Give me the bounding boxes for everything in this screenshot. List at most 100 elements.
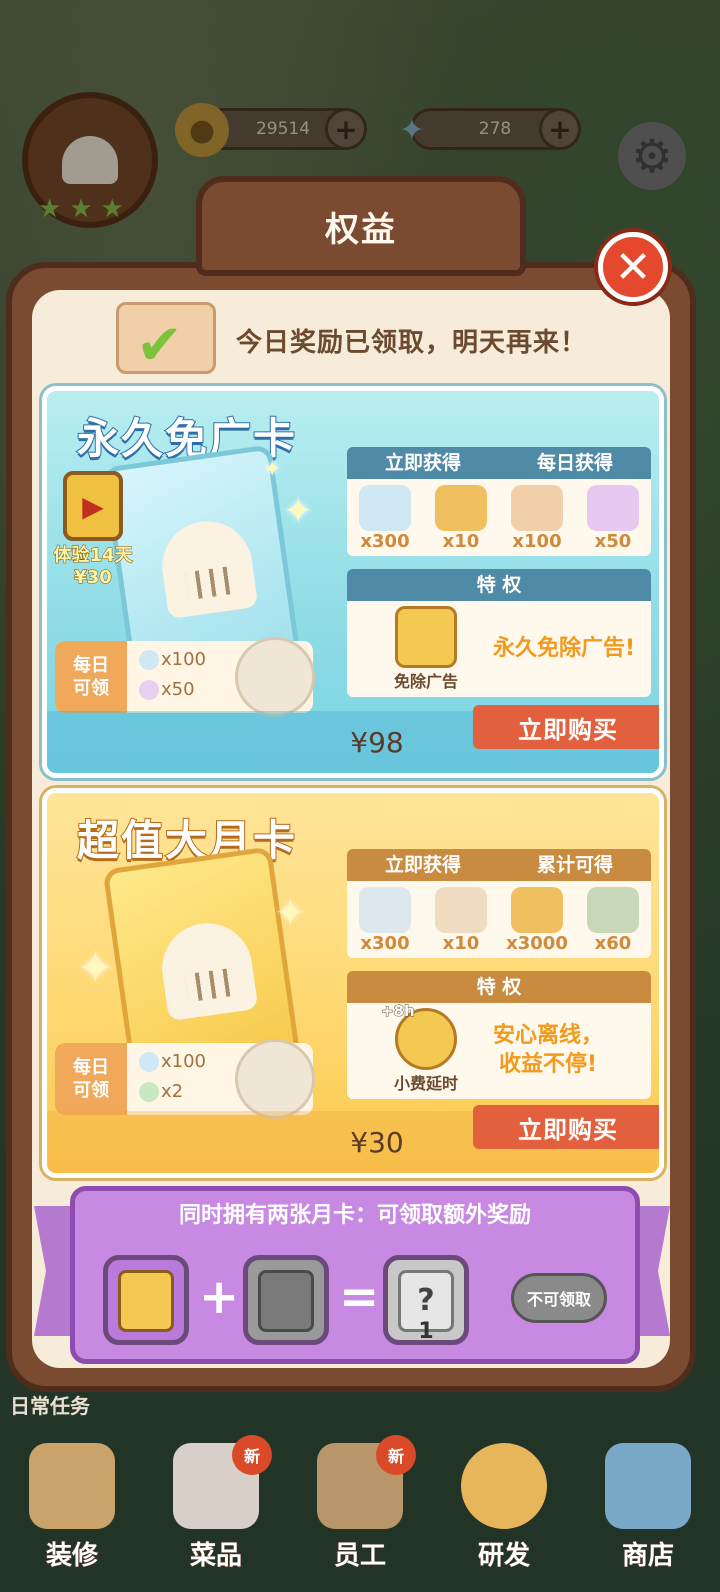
daily-claim-qty: x100 [161, 1051, 207, 1072]
daily-claim-label: 每日 可领 [55, 1043, 127, 1115]
nav-label: 装修 [45, 1541, 98, 1572]
daily-header: 每日获得 [536, 452, 613, 474]
nav-label: 员工 [333, 1541, 386, 1572]
gem-pile-icon [359, 485, 411, 531]
daily-claim-label: 每日 可领 [55, 641, 127, 713]
rewards-panel-header: 立即获得 每日获得 [347, 447, 651, 479]
daily-claim-qty: x100 [161, 649, 207, 670]
privilege-text: 安心离线， 收益不停! [493, 1023, 604, 1077]
daily-claim-row: x50 [139, 679, 195, 700]
token-pile-icon [587, 887, 639, 933]
sparkle-icon: ✦ [275, 893, 306, 934]
reward-qty: x50 [594, 531, 632, 552]
privilege-header-text: 特 权 [476, 574, 522, 596]
reward-qty: x60 [594, 933, 632, 954]
ad-free-card-panel: 永久免广卡 ✦ ✦ ▶ 体验14天 ¥30 每日 可领 x100 x50 立即获… [42, 386, 664, 778]
reward-count: 1 [418, 1319, 434, 1344]
balloons-icon [587, 485, 639, 531]
reward-item: x10 [425, 483, 497, 552]
token-icon [139, 1082, 159, 1102]
gem-bag-icon [139, 1052, 159, 1072]
nav-decorate[interactable]: 装修 [12, 1443, 132, 1572]
time-bonus-badge: +8h [381, 1002, 416, 1021]
shop-icon [605, 1443, 691, 1529]
no-ads-icon [118, 1270, 174, 1332]
combo-bonus-panel: 同时拥有两张月卡：可领取额外奖励 + = ? 1 不可领取 [70, 1186, 640, 1364]
rewards-list: x300 x10 x100 x50 [347, 479, 651, 556]
close-icon: ✕ [614, 241, 652, 293]
reward-item: x300 [349, 483, 421, 552]
daily-claim-qty: x50 [161, 679, 195, 700]
reward-item: x10 [425, 885, 497, 954]
privilege-header: 特 权 [347, 569, 651, 601]
rewards-panel: 立即获得 累计可得 x300 x10 x3000 x60 [347, 849, 651, 958]
rewards-list: x300 x10 x3000 x60 [347, 881, 651, 958]
reward-item: x3000 [501, 885, 573, 954]
nav-label: 商店 [621, 1541, 674, 1572]
potion-jar-icon [435, 485, 487, 531]
sparkle-icon: ✦ [77, 943, 114, 994]
trial-price: ¥30 [74, 567, 113, 589]
privilege-item: +8h 小费延时 [381, 1002, 465, 1094]
reward-item: x60 [577, 885, 649, 954]
monthly-card-slot [243, 1255, 329, 1345]
sparkle-icon: ✦ [283, 491, 314, 532]
nav-staff[interactable]: 新 员工 [300, 1435, 420, 1572]
privilege-text: 永久免除广告! [493, 635, 636, 661]
no-ads-icon: ▶ [63, 471, 123, 541]
plus-icon: + [199, 1269, 240, 1325]
reward-item: x50 [577, 483, 649, 552]
nav-research[interactable]: 研发 [444, 1443, 564, 1572]
claim-button-disabled[interactable]: 不可领取 [511, 1273, 607, 1323]
daily-claim-row: x100 [139, 649, 206, 670]
gem-bag-icon [139, 650, 159, 670]
balloon-icon [139, 680, 159, 700]
privilege-body: 免除广告 永久免除广告! [347, 601, 651, 697]
trial-offer[interactable]: ▶ 体验14天 ¥30 [51, 471, 135, 589]
reward-bag-icon [235, 1039, 315, 1119]
daily-claim-box: 每日 可领 x100 x2 [55, 1039, 315, 1119]
modal-title-tab: 权益 [196, 176, 526, 276]
cooking-pot-card-icon [258, 1270, 314, 1332]
trial-label: 体验14天 [53, 545, 133, 567]
close-button[interactable]: ✕ [598, 232, 668, 302]
chef-hat-icon [156, 917, 259, 1022]
new-badge: 新 [376, 1435, 416, 1475]
reward-item: x300 [349, 885, 421, 954]
daily-claim-qty: x2 [161, 1081, 184, 1102]
reward-qty: x10 [442, 531, 480, 552]
privilege-header-text: 特 权 [476, 976, 522, 998]
reward-qty: x300 [360, 531, 410, 552]
reward-item: x100 [501, 483, 573, 552]
privilege-item: 免除广告 [387, 606, 465, 692]
instant-header: 立即获得 [384, 452, 461, 474]
reward-qty: x10 [442, 933, 480, 954]
bottom-nav: 装修 新 菜品 新 员工 研发 商店 [0, 1410, 720, 1592]
rewards-panel: 立即获得 每日获得 x300 x10 x100 x50 [347, 447, 651, 556]
buy-now-button[interactable]: 立即购买 [473, 705, 659, 749]
privilege-header: 特 权 [347, 971, 651, 1003]
nav-shop[interactable]: 商店 [588, 1443, 708, 1572]
privilege-panel: 特 权 免除广告 永久免除广告! [347, 569, 651, 697]
hammer-icon [29, 1443, 115, 1529]
price-label: ¥30 [350, 1126, 404, 1159]
gem-bag-icon [359, 887, 411, 933]
utensil-bag-icon [435, 887, 487, 933]
equals-icon: = [339, 1269, 380, 1325]
new-badge: 新 [232, 1435, 272, 1475]
daily-claim-row: x100 [139, 1051, 206, 1072]
privilege-panel: 特 权 +8h 小费延时 安心离线， 收益不停! [347, 971, 651, 1099]
nav-dishes[interactable]: 新 菜品 [156, 1435, 276, 1572]
total-header: 累计可得 [536, 854, 613, 876]
cooking-pot-icon [461, 1443, 547, 1529]
privilege-icon-label: 免除广告 [393, 672, 458, 691]
instant-header: 立即获得 [384, 854, 461, 876]
gem-crate-icon [511, 485, 563, 531]
sparkle-icon: ✦ [263, 457, 282, 482]
buy-now-button[interactable]: 立即购买 [473, 1105, 659, 1149]
nav-label: 菜品 [189, 1541, 242, 1572]
reward-qty: x100 [512, 531, 562, 552]
modal-title: 权益 [325, 209, 397, 250]
nav-label: 研发 [477, 1541, 530, 1572]
monthly-card-panel: 超值大月卡 ✦ ✦ 每日 可领 x100 x2 立即获得 累计可得 x300 x… [42, 788, 664, 1178]
